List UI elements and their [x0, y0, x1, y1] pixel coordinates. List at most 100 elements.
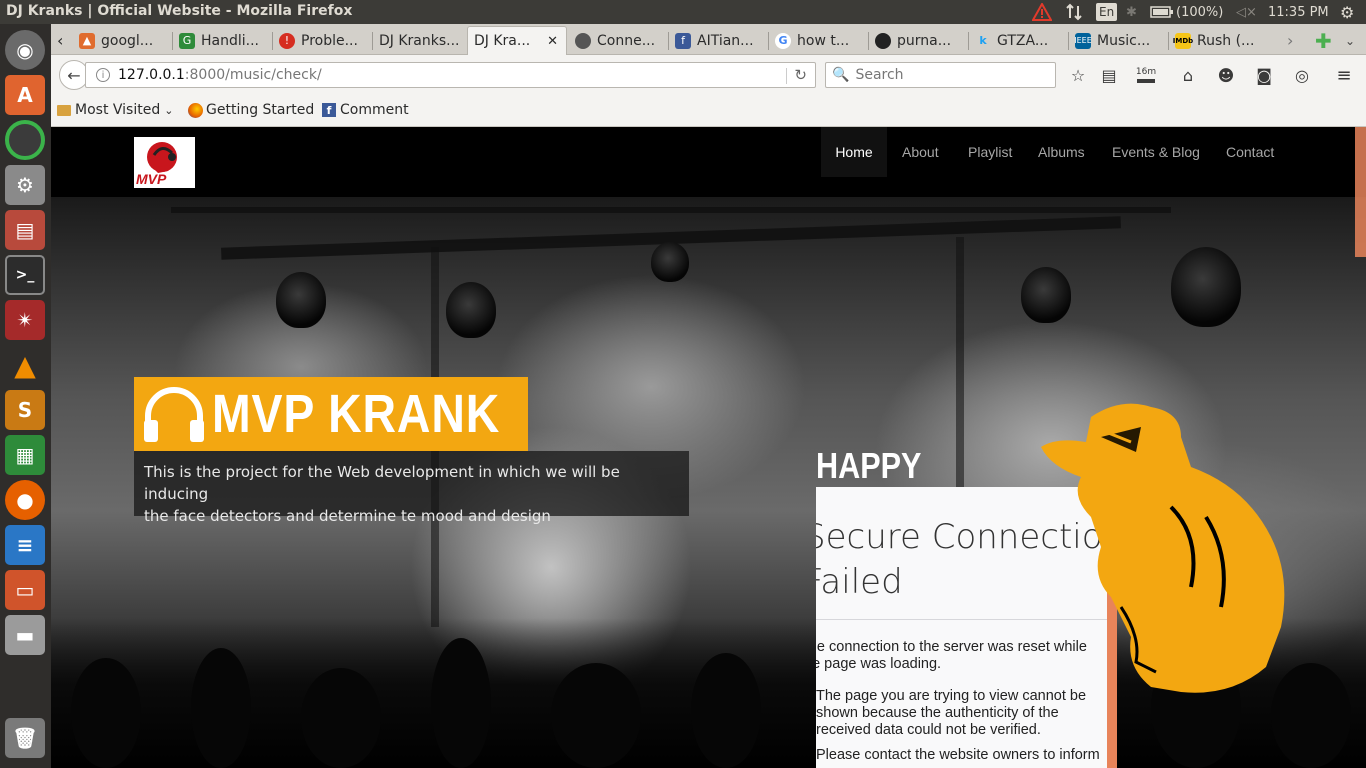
menu-icon[interactable]: ≡: [1333, 65, 1355, 86]
network-tool-icon[interactable]: ✴: [5, 300, 45, 340]
error-text-line: the page was loading.: [816, 656, 942, 672]
url-host: 127.0.0.1: [118, 67, 185, 83]
url-path: :8000/music/check/: [184, 67, 322, 83]
url-dropdown-icon[interactable]: [786, 68, 787, 84]
error-text-line: received data could not be verified.: [816, 722, 1041, 738]
sync-app-icon[interactable]: [5, 120, 45, 160]
reload-icon[interactable]: ↻: [794, 66, 807, 84]
software-center-icon[interactable]: A: [5, 75, 45, 115]
tab[interactable]: ! Proble...: [273, 26, 373, 55]
folder-icon: [57, 104, 71, 116]
bluetooth-icon[interactable]: ✱: [1126, 2, 1137, 22]
ubuntu-dash-icon[interactable]: ◉: [5, 30, 45, 70]
tab-list-dropdown-icon[interactable]: ⌄: [1339, 26, 1363, 55]
tab-label: purna...: [897, 32, 952, 49]
bookmark-comment[interactable]: f Comment: [322, 102, 409, 118]
tab[interactable]: ▲ googl...: [73, 26, 173, 55]
network-icon[interactable]: [1065, 2, 1083, 22]
tab-label: googl...: [101, 32, 154, 49]
terminal-icon[interactable]: >_: [5, 255, 45, 295]
firefox-icon: [188, 102, 203, 118]
info-icon[interactable]: i: [96, 68, 110, 82]
bookmark-getting-started[interactable]: Getting Started: [188, 102, 314, 118]
tab[interactable]: k GTZA...: [969, 26, 1069, 55]
tab[interactable]: G Handli...: [173, 26, 273, 55]
gear-icon[interactable]: ⚙: [1340, 2, 1354, 22]
tab[interactable]: DJ Kranks...: [373, 26, 473, 55]
nav-events-blog[interactable]: Events & Blog: [1112, 127, 1200, 177]
drive-icon[interactable]: ▬: [5, 615, 45, 655]
site-header: MVP Home About Playlist Albums Events & …: [51, 127, 1366, 197]
tab-label: Rush (...: [1197, 32, 1255, 49]
search-bar[interactable]: 🔍 Search: [825, 62, 1056, 88]
facebook-icon: f: [322, 103, 336, 117]
tab[interactable]: purna...: [869, 26, 969, 55]
spreadsheet-icon[interactable]: ▦: [5, 435, 45, 475]
settings-tools-icon[interactable]: ⚙: [5, 165, 45, 205]
bookmark-most-visited[interactable]: Most Visited ⌄: [57, 102, 173, 118]
nav-home[interactable]: Home: [821, 127, 887, 177]
firefox-icon[interactable]: ●: [5, 480, 45, 520]
error-text-line: Please contact the website owners to inf…: [816, 747, 1100, 763]
tab[interactable]: Ghow t...: [769, 26, 869, 55]
pocket-icon[interactable]: ◙: [1253, 65, 1275, 85]
tab[interactable]: Conne...: [569, 26, 669, 55]
error-text-line: shown because the authenticity of the: [816, 705, 1059, 721]
reading-list-icon[interactable]: ▤: [1098, 65, 1120, 85]
bookmark-label: Most Visited: [75, 102, 161, 118]
tab-label: Conne...: [597, 32, 656, 49]
tab[interactable]: f AITian...: [669, 26, 769, 55]
tab-active[interactable]: DJ Kra... ✕: [467, 26, 567, 55]
bookmark-label: Getting Started: [206, 102, 315, 118]
file-cabinet-icon[interactable]: ▤: [5, 210, 45, 250]
sublime-text-icon[interactable]: S: [5, 390, 45, 430]
keyboard-layout-indicator[interactable]: En: [1096, 3, 1118, 21]
tab-favicon-icon: f: [675, 32, 691, 49]
tab-close-icon[interactable]: ✕: [547, 34, 558, 49]
trash-icon[interactable]: 🗑: [5, 718, 45, 758]
tab-favicon-icon: k: [979, 34, 987, 47]
error-paragraph: Please contact the website owners to inf…: [816, 747, 1100, 764]
clock[interactable]: 11:35 PM: [1268, 2, 1329, 22]
nav-contact[interactable]: Contact: [1226, 127, 1274, 177]
nav-about[interactable]: About: [902, 127, 939, 177]
impress-icon[interactable]: ▭: [5, 570, 45, 610]
tab-label: Music...: [1097, 32, 1151, 49]
search-input[interactable]: Search: [855, 67, 903, 83]
nav-albums[interactable]: Albums: [1038, 127, 1085, 177]
warning-icon[interactable]: [1032, 2, 1052, 22]
url-bar[interactable]: i 127.0.0.1:8000/music/check/ ↻: [85, 62, 816, 88]
chevron-down-icon: ⌄: [164, 103, 174, 117]
tab[interactable]: IMDb Rush (...: [1169, 26, 1281, 55]
tab-label: how t...: [797, 32, 850, 49]
tab-favicon-icon: G: [179, 32, 195, 49]
site-logo[interactable]: MVP: [134, 137, 195, 188]
hero-desc-line: This is the project for the Web developm…: [144, 463, 620, 503]
tabs-scroll-right-button[interactable]: ›: [1281, 26, 1305, 55]
nav-playlist[interactable]: Playlist: [968, 127, 1012, 177]
headphones-icon: [144, 387, 204, 442]
chat-icon[interactable]: ☻: [1215, 65, 1237, 85]
new-tab-button[interactable]: ✚: [1309, 26, 1333, 55]
downloads-button[interactable]: 16m: [1135, 65, 1157, 85]
sync-icon[interactable]: ◎: [1291, 65, 1313, 85]
hero-title: MVP KRANK: [212, 384, 501, 444]
writer-icon[interactable]: ≡: [5, 525, 45, 565]
bookmark-star-icon[interactable]: ☆: [1067, 65, 1089, 85]
tab-favicon-icon: IMDb: [1173, 32, 1193, 49]
search-icon: 🔍: [832, 67, 850, 83]
page-scrollbar[interactable]: [1355, 127, 1366, 257]
tab[interactable]: IEEE Music...: [1069, 26, 1169, 55]
home-icon[interactable]: ⌂: [1177, 65, 1199, 85]
download-bar-icon: [1137, 78, 1155, 83]
hero-description: This is the project for the Web developm…: [134, 451, 689, 525]
back-arrow-icon: ←: [67, 65, 81, 85]
tabs-scroll-left-button[interactable]: ‹: [51, 26, 73, 55]
volume-muted-icon[interactable]: ◁×: [1236, 2, 1257, 22]
battery-indicator[interactable]: (100%): [1150, 2, 1223, 22]
tab-favicon-icon: !: [279, 32, 295, 49]
bookmark-label: Comment: [340, 102, 409, 118]
tab-favicon-icon: ▲: [79, 32, 95, 49]
vlc-icon[interactable]: ▲: [5, 345, 45, 385]
downloads-timer: 16m: [1135, 66, 1157, 77]
